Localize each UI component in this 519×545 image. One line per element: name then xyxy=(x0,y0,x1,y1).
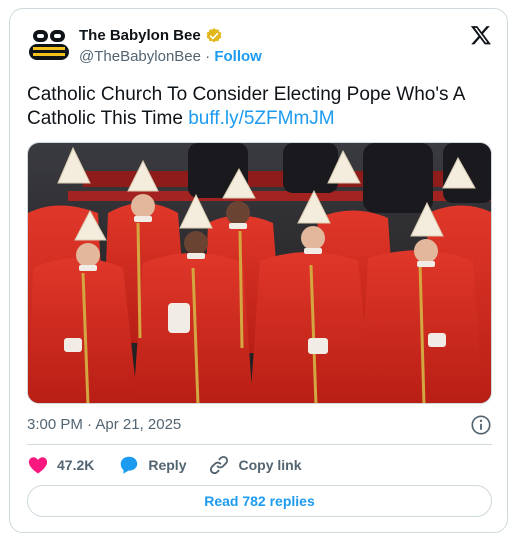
author-name-row[interactable]: The Babylon Bee xyxy=(79,27,223,45)
reply-button[interactable]: Reply xyxy=(118,454,186,476)
post-link[interactable]: buff.ly/5ZFMmJM xyxy=(188,108,334,129)
reply-bubble-icon xyxy=(121,456,138,474)
copy-link-icon xyxy=(210,455,229,475)
author-handle-row: @TheBabylonBee · Follow xyxy=(79,48,262,66)
timestamp-row: 3:00 PM · Apr 21, 2025 xyxy=(27,414,492,436)
reply-label: Reply xyxy=(148,457,187,473)
babylon-bee-logo-icon xyxy=(29,30,69,60)
author-name[interactable]: The Babylon Bee xyxy=(79,27,201,45)
author-avatar[interactable] xyxy=(27,23,71,67)
copy-link-label: Copy link xyxy=(238,457,302,473)
verified-badge-icon xyxy=(206,28,222,43)
info-icon[interactable] xyxy=(470,414,492,436)
cardinals-photo xyxy=(28,143,491,403)
divider xyxy=(27,444,492,445)
follow-button[interactable]: Follow xyxy=(214,48,262,65)
handle-separator: · xyxy=(205,48,211,65)
post-text: Catholic Church To Consider Electing Pop… xyxy=(27,83,497,131)
like-button[interactable]: 47.2K xyxy=(27,454,94,476)
action-bar: 47.2K Reply Copy link xyxy=(27,453,302,477)
read-replies-button[interactable]: Read 782 replies xyxy=(27,485,492,517)
heart-icon xyxy=(28,457,48,474)
post-image[interactable] xyxy=(27,142,492,404)
x-logo-icon[interactable] xyxy=(470,24,492,46)
author-handle[interactable]: @TheBabylonBee xyxy=(79,48,201,65)
copy-link-button[interactable]: Copy link xyxy=(208,454,302,476)
post-timestamp[interactable]: 3:00 PM · Apr 21, 2025 xyxy=(27,416,181,433)
like-count: 47.2K xyxy=(57,457,95,473)
